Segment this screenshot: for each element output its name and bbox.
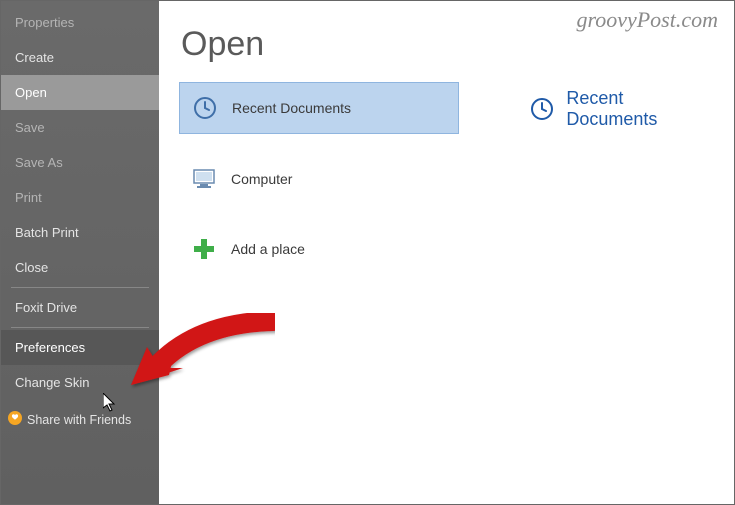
- sidebar-separator: [11, 327, 149, 328]
- sidebar-item-label: Create: [15, 50, 54, 65]
- sidebar: Properties Create Open Save Save As Print Batc…: [1, 1, 159, 504]
- sidebar-item-label: Print: [15, 190, 42, 205]
- main-content: groovyPost.com Open Recent DocumentsComp…: [159, 1, 734, 504]
- sidebar-item-label: Save As: [15, 155, 63, 170]
- right-recent-documents-label: Recent Documents: [566, 88, 714, 130]
- computer-icon: [191, 166, 217, 192]
- sidebar-item-properties[interactable]: Properties: [1, 5, 159, 40]
- open-option-label: Recent Documents: [232, 100, 351, 116]
- clock-icon: [192, 95, 218, 121]
- open-option-list: Recent Documents Computer Add a place: [179, 82, 459, 274]
- sidebar-item-open[interactable]: Open: [1, 75, 159, 110]
- sidebar-item-batch-print[interactable]: Batch Print: [1, 215, 159, 250]
- sidebar-item-close[interactable]: Close: [1, 250, 159, 285]
- sidebar-item-create[interactable]: Create: [1, 40, 159, 75]
- sidebar-share-with-friends[interactable]: Share with Friends: [1, 400, 159, 439]
- sidebar-item-label: Open: [15, 85, 47, 100]
- sidebar-item-label: Properties: [15, 15, 74, 30]
- open-option-label: Computer: [231, 171, 292, 187]
- sidebar-item-label: Preferences: [15, 340, 85, 355]
- heart-icon: [7, 410, 23, 429]
- sidebar-item-save[interactable]: Save: [1, 110, 159, 145]
- open-option-add-a-place[interactable]: Add a place: [179, 224, 459, 274]
- sidebar-item-label: Save: [15, 120, 45, 135]
- sidebar-item-label: Change Skin: [15, 375, 89, 390]
- right-recent-documents[interactable]: Recent Documents: [529, 88, 714, 130]
- plus-icon: [191, 236, 217, 262]
- sidebar-item-label: Close: [15, 260, 48, 275]
- open-option-computer[interactable]: Computer: [179, 154, 459, 204]
- right-pane: Recent Documents: [529, 82, 714, 274]
- watermark: groovyPost.com: [576, 7, 718, 33]
- sidebar-item-label: Batch Print: [15, 225, 79, 240]
- sidebar-item-save-as[interactable]: Save As: [1, 145, 159, 180]
- sidebar-item-print[interactable]: Print: [1, 180, 159, 215]
- open-option-label: Add a place: [231, 241, 305, 257]
- sidebar-item-label: Foxit Drive: [15, 300, 77, 315]
- sidebar-share-label: Share with Friends: [27, 413, 131, 427]
- sidebar-item-foxit-drive[interactable]: Foxit Drive: [1, 290, 159, 325]
- clock-icon: [529, 96, 554, 122]
- sidebar-item-change-skin[interactable]: Change Skin: [1, 365, 159, 400]
- sidebar-separator: [11, 287, 149, 288]
- sidebar-item-preferences[interactable]: Preferences: [1, 330, 159, 365]
- open-option-recent-documents[interactable]: Recent Documents: [179, 82, 459, 134]
